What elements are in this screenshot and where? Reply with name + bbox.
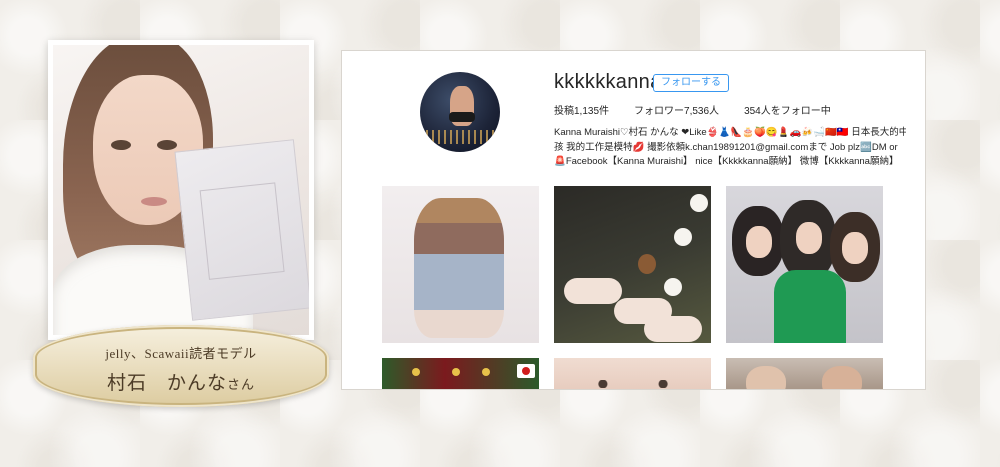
bio-line: Kanna Muraishi♡村石 かんな ❤Like👙👗👠🎂🍑😋💄🚗🍻🛁🇨🇳🇹… <box>554 127 906 138</box>
instagram-profile-screenshot: kkkkkkanna フォローする 投稿1,135件 フォロワー7,536人 3… <box>341 50 926 390</box>
post-thumbnail[interactable] <box>726 358 883 389</box>
posts-count[interactable]: 投稿1,135件 <box>554 102 609 117</box>
plaque-subtitle: jelly、Scawaii読者モデル <box>105 346 257 361</box>
follow-button[interactable]: フォローする <box>653 74 729 92</box>
post-thumbnail[interactable] <box>554 186 711 343</box>
post-thumbnail[interactable] <box>382 186 539 343</box>
bio-line: 🚨Facebook【Kanna Muraishi】 nice【Kkkkkanna… <box>554 156 899 167</box>
profile-photo-frame <box>48 40 314 340</box>
following-count[interactable]: 354人をフォロー中 <box>744 102 831 117</box>
followers-count[interactable]: フォロワー7,536人 <box>634 102 719 117</box>
profile-photo <box>53 45 309 335</box>
profile-username: kkkkkkanna <box>554 71 662 93</box>
plaque-name: 村石 かんなさん <box>106 373 256 394</box>
plaque-honorific: さん <box>227 377 256 392</box>
product-box <box>174 139 309 321</box>
post-thumbnail[interactable] <box>554 358 711 389</box>
profile-stats: 投稿1,135件 フォロワー7,536人 354人をフォロー中 <box>554 102 831 117</box>
post-thumbnail[interactable] <box>726 186 883 343</box>
profile-bio: Kanna Muraishi♡村石 かんな ❤Like👙👗👠🎂🍑😋💄🚗🍻🛁🇨🇳🇹… <box>554 126 906 170</box>
profile-avatar[interactable] <box>420 72 500 152</box>
bio-line: 孩 我的工作是模特💋 撮影依頼k.chan19891201@gmail.comま… <box>554 141 898 153</box>
post-thumbnail[interactable] <box>382 358 539 389</box>
video-icon <box>517 364 535 378</box>
name-plaque: jelly、Scawaii読者モデル 村石 かんなさん <box>33 325 329 407</box>
